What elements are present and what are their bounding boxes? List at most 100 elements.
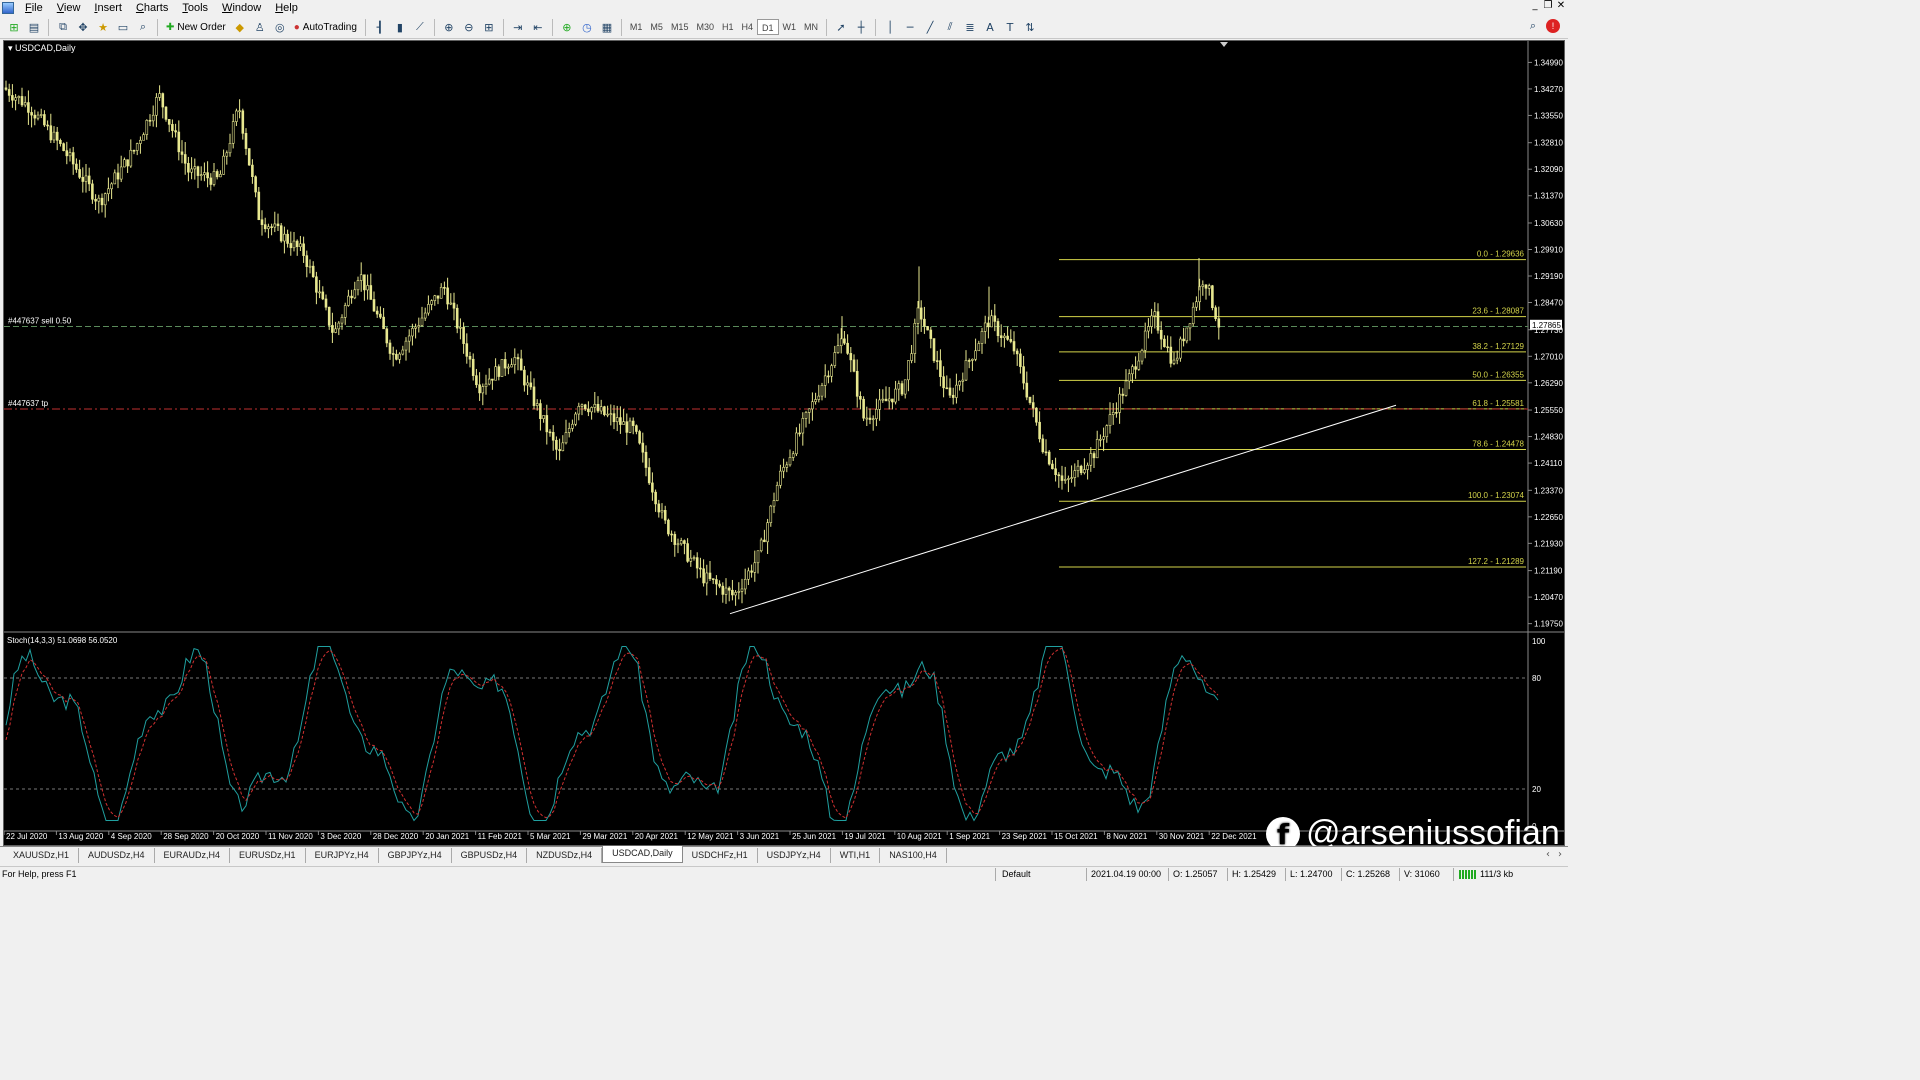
timeframe-h1[interactable]: H1 [718, 19, 738, 35]
tab-usdjpyz-h4[interactable]: USDJPYz,H4 [758, 848, 831, 863]
menu-window[interactable]: Window [215, 0, 268, 16]
chart-shift-icon[interactable]: ⇥ [509, 18, 527, 36]
terminal-icon[interactable]: ▭ [114, 18, 132, 36]
candle-body [385, 328, 389, 344]
zoom-in-icon[interactable]: ⊕ [440, 18, 458, 36]
data-window-icon[interactable]: ✥ [74, 18, 92, 36]
line-chart-icon[interactable]: ⟋ [411, 18, 429, 36]
candle-body [1028, 396, 1032, 403]
candle-body [916, 307, 920, 324]
timeframe-w1[interactable]: W1 [779, 19, 801, 35]
trendline-icon[interactable]: ╱ [921, 18, 939, 36]
candle-body [679, 540, 683, 545]
timeframe-mn[interactable]: MN [800, 19, 822, 35]
tab-audusdz-h4[interactable]: AUDUSDz,H4 [79, 848, 155, 863]
candle-body [862, 398, 865, 419]
candle-body [1115, 411, 1118, 414]
fibonacci-icon[interactable]: ≣ [961, 18, 979, 36]
tab-xauusdz-h1[interactable]: XAUUSDz,H1 [4, 848, 80, 863]
search-icon[interactable]: ⌕ [1530, 19, 1536, 33]
market-icon[interactable]: ◎ [271, 18, 289, 36]
candle-body [702, 568, 705, 584]
candle-body [465, 343, 469, 357]
timeframe-h4[interactable]: H4 [737, 19, 757, 35]
candlestick-icon[interactable]: ▮ [391, 18, 409, 36]
candle-body [139, 139, 142, 144]
notification-icon[interactable]: ! [1546, 19, 1560, 33]
menu-view[interactable]: View [50, 0, 88, 16]
candle-body [846, 342, 849, 354]
tab-eurusdz-h1[interactable]: EURUSDz,H1 [230, 848, 306, 863]
candle-body [331, 325, 334, 333]
chart-window[interactable]: 1.34990 1.34270 1.33550 1.32810 1.32090 1.313… [3, 40, 1565, 846]
vertical-line-icon[interactable]: │ [881, 18, 899, 36]
candle-body [382, 316, 385, 330]
timeframe-m5[interactable]: M5 [646, 19, 667, 35]
timeframe-m30[interactable]: M30 [692, 19, 718, 35]
candle-body [65, 150, 69, 157]
indicators-icon[interactable]: ⊕ [558, 18, 576, 36]
menu-insert[interactable]: Insert [87, 0, 129, 16]
text-label-icon[interactable]: T [1001, 18, 1019, 36]
tab-scroll-right-icon[interactable]: › [1558, 849, 1562, 860]
tab-nas100-h4[interactable]: NAS100,H4 [880, 848, 947, 863]
zoom-out-icon[interactable]: ⊖ [460, 18, 478, 36]
tab-usdcad-daily[interactable]: USDCAD,Daily [602, 846, 683, 863]
tab-wti-h1[interactable]: WTI,H1 [831, 848, 881, 863]
templates-icon[interactable]: ▦ [598, 18, 616, 36]
autoscroll-icon[interactable]: ⇤ [529, 18, 547, 36]
tab-usdchfz-h1[interactable]: USDCHFz,H1 [683, 848, 758, 863]
tab-eurjpyz-h4[interactable]: EURJPYz,H4 [306, 848, 379, 863]
signals-icon[interactable]: ♙ [251, 18, 269, 36]
candle-body [987, 322, 990, 328]
tab-euraudz-h4[interactable]: EURAUDz,H4 [155, 848, 231, 863]
chart-canvas[interactable]: 1.34990 1.34270 1.33550 1.32810 1.32090 1.313… [4, 41, 1565, 846]
new-order-button[interactable]: ✚ New Order [163, 18, 229, 36]
market-watch-icon[interactable]: ⧉ [54, 18, 72, 36]
price-label: 1.32810 [1534, 139, 1563, 148]
date-label: 23 Sep 2021 [1002, 832, 1048, 841]
timeframe-d1[interactable]: D1 [757, 19, 779, 35]
tab-scroll-left-icon[interactable]: ‹ [1546, 849, 1550, 860]
tab-gbpusdz-h4[interactable]: GBPUSDz,H4 [452, 848, 528, 863]
menu-help[interactable]: Help [268, 0, 305, 16]
candle-body [494, 366, 497, 381]
crosshair-icon[interactable]: ┼ [852, 18, 870, 36]
candle-body [583, 404, 587, 410]
tab-gbpjpyz-h4[interactable]: GBPJPYz,H4 [379, 848, 452, 863]
new-chart-icon[interactable]: ⊞ [5, 18, 23, 36]
candle-body [660, 510, 664, 513]
current-price-label: 1.27865 [1532, 321, 1561, 330]
close-icon[interactable]: ✕ [1556, 1, 1566, 11]
status-divider [995, 868, 996, 881]
periods-icon[interactable]: ◷ [578, 18, 596, 36]
arrows-icon[interactable]: ⇅ [1021, 18, 1039, 36]
candle-body [353, 289, 357, 299]
menu-file[interactable]: File [18, 0, 50, 16]
price-label: 1.24830 [1534, 433, 1563, 442]
candle-body [615, 417, 619, 423]
candle-body [1073, 470, 1077, 478]
tab-nzdusdz-h4[interactable]: NZDUSDz,H4 [527, 848, 603, 863]
cursor-icon[interactable]: ➚ [832, 18, 850, 36]
menu-charts[interactable]: Charts [129, 0, 175, 16]
restore-icon[interactable]: ❐ [1543, 1, 1553, 11]
metaeditor-icon[interactable]: ◆ [231, 18, 249, 36]
menu-tools[interactable]: Tools [175, 0, 215, 16]
autotrading-button[interactable]: ● AutoTrading [291, 18, 360, 36]
navigator-icon[interactable]: ★ [94, 18, 112, 36]
candle-body [1147, 326, 1150, 332]
timeframe-m15[interactable]: M15 [667, 19, 693, 35]
strategy-tester-icon[interactable]: ⌕ [134, 18, 152, 36]
candle-body [423, 312, 427, 319]
channel-icon[interactable]: ⫽ [941, 18, 959, 36]
text-icon[interactable]: A [981, 18, 999, 36]
tile-windows-icon[interactable]: ⊞ [480, 18, 498, 36]
price-label: 1.31370 [1534, 192, 1563, 201]
timeframe-m1[interactable]: M1 [626, 19, 647, 35]
horizontal-line-icon[interactable]: ─ [901, 18, 919, 36]
profiles-icon[interactable]: ▤ [25, 18, 43, 36]
bar-chart-icon[interactable]: ┨ [371, 18, 389, 36]
chart-title-text: USDCAD,Daily [15, 43, 76, 53]
minimize-icon[interactable]: _ [1530, 1, 1540, 11]
